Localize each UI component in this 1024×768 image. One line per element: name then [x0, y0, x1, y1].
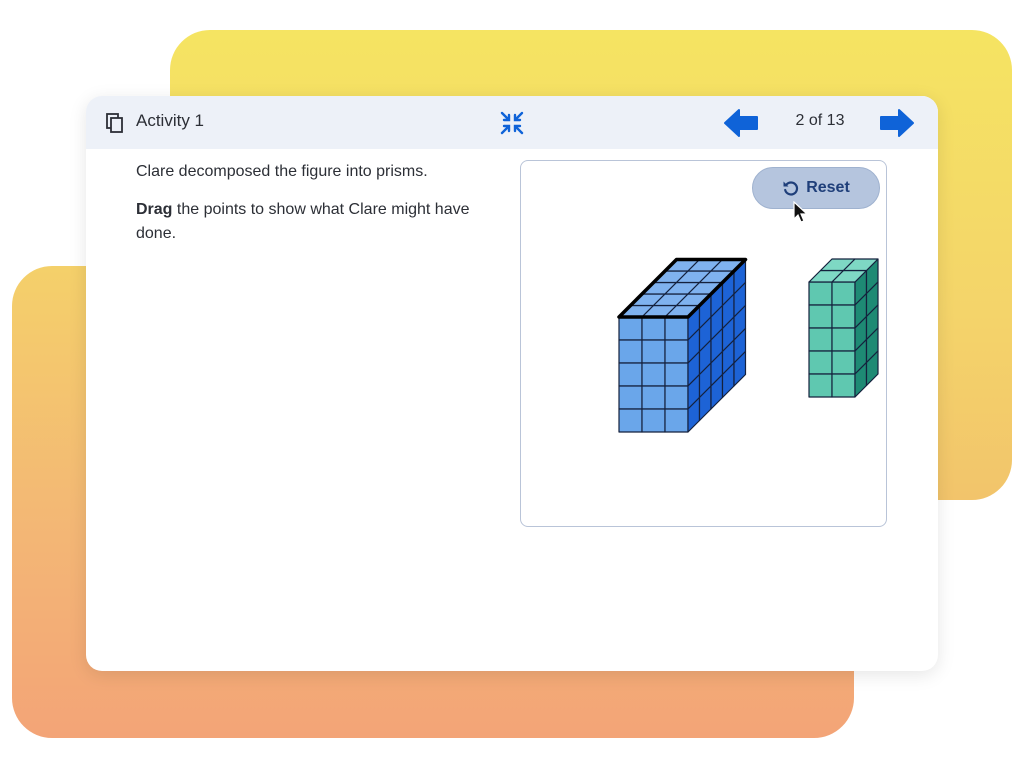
teal-prism-front-cube	[831, 281, 856, 306]
teal-prism-front-cube	[808, 327, 833, 352]
blue-prism-front-cube	[664, 362, 689, 387]
activity-title: Activity 1	[136, 111, 205, 130]
blue-prism-front-cube	[664, 339, 689, 364]
blue-prism-front-cube	[618, 385, 643, 410]
prism-figure[interactable]	[521, 161, 886, 526]
activity-header: Activity 1 2 of 13	[86, 96, 938, 149]
activity-card: Activity 1 2 of 13 Clare decomposed the …	[86, 96, 938, 671]
blue-prism-front-cube	[664, 408, 689, 433]
prompt-drag-text: the points to show what Clare might have…	[136, 201, 470, 242]
teal-prism-front-cube	[808, 304, 833, 329]
blue-prism-front-cube	[618, 339, 643, 364]
teal-prism-front-cube	[808, 350, 833, 375]
copy-icon	[106, 113, 123, 133]
blue-prism-front-cube	[618, 316, 643, 341]
arrow-left-icon[interactable]	[723, 108, 759, 138]
blue-prism-front-cube	[664, 316, 689, 341]
blue-prism-front-cube	[641, 385, 666, 410]
blue-prism-front-cube	[641, 362, 666, 387]
arrow-right-icon[interactable]	[879, 108, 915, 138]
teal-prism-front-cube	[831, 327, 856, 352]
prompt-line-1: Clare decomposed the figure into prisms.	[136, 163, 428, 180]
prompt-line-2: Drag the points to show what Clare might…	[136, 198, 481, 246]
teal-prism-front-cube	[831, 373, 856, 398]
teal-prism-front-cube	[808, 281, 833, 306]
teal-prism-front-cube	[831, 304, 856, 329]
activity-prompt: Clare decomposed the figure into prisms.…	[136, 160, 481, 260]
blue-prism-front-cube	[641, 408, 666, 433]
blue-prism-front-cube	[618, 362, 643, 387]
page-counter: 2 of 13	[795, 112, 845, 129]
teal-prism-front-cube	[808, 373, 833, 398]
blue-prism-front-cube	[641, 339, 666, 364]
teal-prism-front-cube	[831, 350, 856, 375]
prompt-drag-bold: Drag	[136, 201, 173, 218]
blue-prism-front-cube	[641, 316, 666, 341]
geometry-canvas[interactable]: Reset	[520, 160, 887, 527]
collapse-icon[interactable]	[500, 111, 524, 135]
blue-prism-front-cube	[618, 408, 643, 433]
blue-prism-front-cube	[664, 385, 689, 410]
